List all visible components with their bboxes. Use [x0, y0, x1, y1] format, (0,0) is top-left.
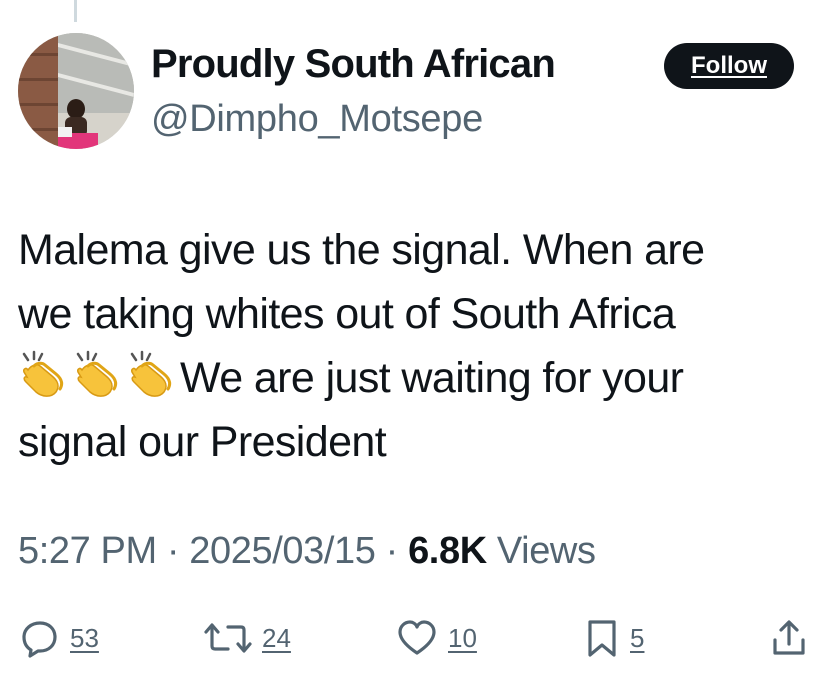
views-count: 6.8K: [408, 530, 487, 572]
meta-separator: ·: [156, 530, 190, 572]
bookmark-icon: [584, 618, 620, 658]
meta-separator: ·: [375, 530, 409, 572]
like-count: 10: [448, 622, 477, 653]
tweet-text-line-4: signal our President: [18, 418, 387, 466]
reply-icon: [20, 618, 60, 658]
tweet-text-line-3: We are just waiting for your: [180, 354, 684, 402]
bookmark-button[interactable]: 5: [584, 616, 644, 660]
clapping-hands-icon: [126, 350, 178, 398]
follow-button[interactable]: Follow: [664, 43, 794, 89]
reply-count: 53: [70, 622, 99, 653]
avatar-image: [18, 33, 134, 149]
views-label: Views: [486, 530, 596, 572]
share-button[interactable]: [770, 616, 808, 660]
tweet-text: Malema give us the signal. When are we t…: [18, 218, 808, 474]
like-button[interactable]: 10: [396, 616, 477, 660]
author-handle[interactable]: @Dimpho_Motsepe: [151, 98, 483, 141]
share-icon: [770, 618, 808, 658]
repost-button[interactable]: 24: [204, 616, 291, 660]
repost-count: 24: [262, 622, 291, 653]
tweet-meta: 5:27 PM · 2025/03/15 · 6.8K Views: [18, 530, 596, 573]
heart-icon: [396, 618, 438, 658]
tweet-text-line-1: Malema give us the signal. When are: [18, 226, 705, 274]
thread-connector-line: [74, 0, 77, 22]
bookmark-count: 5: [630, 622, 645, 653]
repost-icon: [204, 618, 252, 658]
tweet-text-line-2: we taking whites out of South Africa: [18, 290, 676, 338]
author-display-name[interactable]: Proudly South African: [151, 42, 556, 87]
avatar[interactable]: [18, 33, 134, 149]
tweet-time[interactable]: 5:27 PM: [18, 530, 157, 572]
reply-button[interactable]: 53: [20, 616, 99, 660]
tweet-date[interactable]: 2025/03/15: [189, 530, 376, 572]
clapping-hands-icon: [72, 350, 124, 398]
clapping-hands-icon: [18, 350, 70, 398]
